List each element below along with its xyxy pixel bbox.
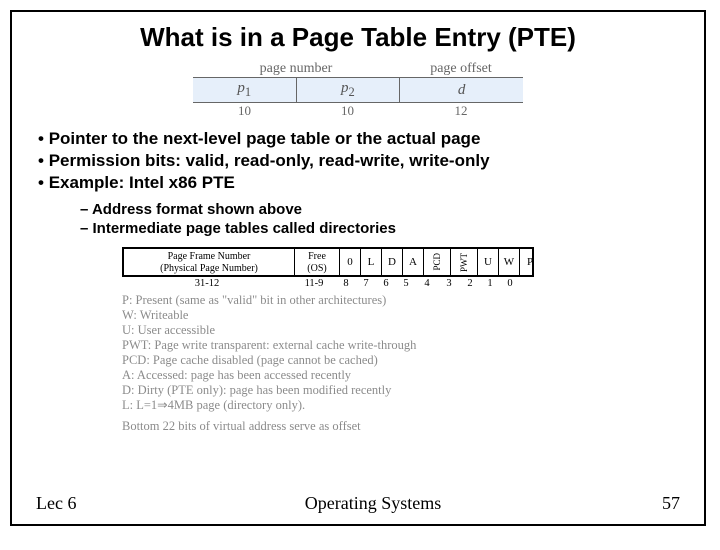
addr-header-page-number: page number [193, 61, 399, 77]
bullet-1: Pointer to the next-level page table or … [38, 129, 704, 149]
addr-table: p1 p2 d [193, 77, 523, 103]
pte-field-pfn: Page Frame Number(Physical Page Number) [124, 249, 295, 275]
pte-diagram: Page Frame Number(Physical Page Number) … [122, 247, 534, 289]
pte-bit-p: P [520, 249, 540, 275]
footer-lecture: Lec 6 [12, 493, 156, 514]
pte-bitnum-5: 5 [396, 278, 416, 289]
pte-box: Page Frame Number(Physical Page Number) … [122, 247, 534, 277]
legend-w: W: Writeable [122, 308, 704, 323]
pte-bit-0: 0 [340, 249, 361, 275]
legend-l: L: L=1⇒4MB page (directory only). [122, 398, 704, 413]
addr-cell-d: d [400, 78, 523, 103]
addr-width-d: 12 [399, 103, 523, 119]
addr-cell-p1: p1 [193, 78, 296, 103]
pte-legend: P: Present (same as "valid" bit in other… [122, 293, 704, 434]
sub-bullet-1: Address format shown above [80, 201, 704, 218]
pte-bit-a: A [403, 249, 424, 275]
addr-cell-p2: p2 [296, 78, 400, 103]
pte-bit-l: L [361, 249, 382, 275]
pte-bitnum-2: 2 [460, 278, 480, 289]
footer-course: Operating Systems [156, 493, 590, 514]
legend-pcd: PCD: Page cache disabled (page cannot be… [122, 353, 704, 368]
legend-pwt: PWT: Page write transparent: external ca… [122, 338, 704, 353]
address-format-diagram: page number page offset p1 p2 d 10 10 12 [193, 61, 523, 119]
pte-bitnum-4: 4 [416, 278, 438, 289]
pte-bit-u: U [478, 249, 499, 275]
pte-field-free: Free(OS) [295, 249, 340, 275]
pte-bit-pcd: PCD [424, 249, 451, 275]
pte-bitnum-1: 1 [480, 278, 500, 289]
pte-bit-d: D [382, 249, 403, 275]
sub-bullet-2: Intermediate page tables called director… [80, 220, 704, 237]
pte-bitnum-3: 3 [438, 278, 460, 289]
pte-range-main: 31-12 [122, 278, 292, 289]
pte-bit-pwt: PWT [451, 249, 478, 275]
legend-u: U: User accessible [122, 323, 704, 338]
pte-bitnum-8: 8 [336, 278, 356, 289]
slide-title: What is in a Page Table Entry (PTE) [12, 22, 704, 53]
addr-header-page-offset: page offset [399, 61, 523, 77]
pte-bitnum-6: 6 [376, 278, 396, 289]
addr-width-p1: 10 [193, 103, 296, 119]
pte-bit-w: W [499, 249, 520, 275]
pte-bit-ranges: 31-12 11-9 8 7 6 5 4 3 2 1 0 [122, 278, 534, 289]
bullet-3: Example: Intel x86 PTE [38, 173, 704, 193]
bullet-list: Pointer to the next-level page table or … [38, 129, 704, 193]
sub-bullet-list: Address format shown above Intermediate … [80, 201, 704, 237]
pte-range-free: 11-9 [292, 278, 336, 289]
pte-bitnum-7: 7 [356, 278, 376, 289]
legend-bottom: Bottom 22 bits of virtual address serve … [122, 419, 704, 434]
pte-bitnum-0: 0 [500, 278, 520, 289]
legend-p: P: Present (same as "valid" bit in other… [122, 293, 704, 308]
footer-page-number: 57 [590, 493, 704, 514]
addr-width-p2: 10 [296, 103, 399, 119]
slide-footer: Lec 6 Operating Systems 57 [12, 493, 704, 514]
legend-d: D: Dirty (PTE only): page has been modif… [122, 383, 704, 398]
slide-frame: What is in a Page Table Entry (PTE) page… [10, 10, 706, 526]
bullet-2: Permission bits: valid, read-only, read-… [38, 151, 704, 171]
legend-a: A: Accessed: page has been accessed rece… [122, 368, 704, 383]
